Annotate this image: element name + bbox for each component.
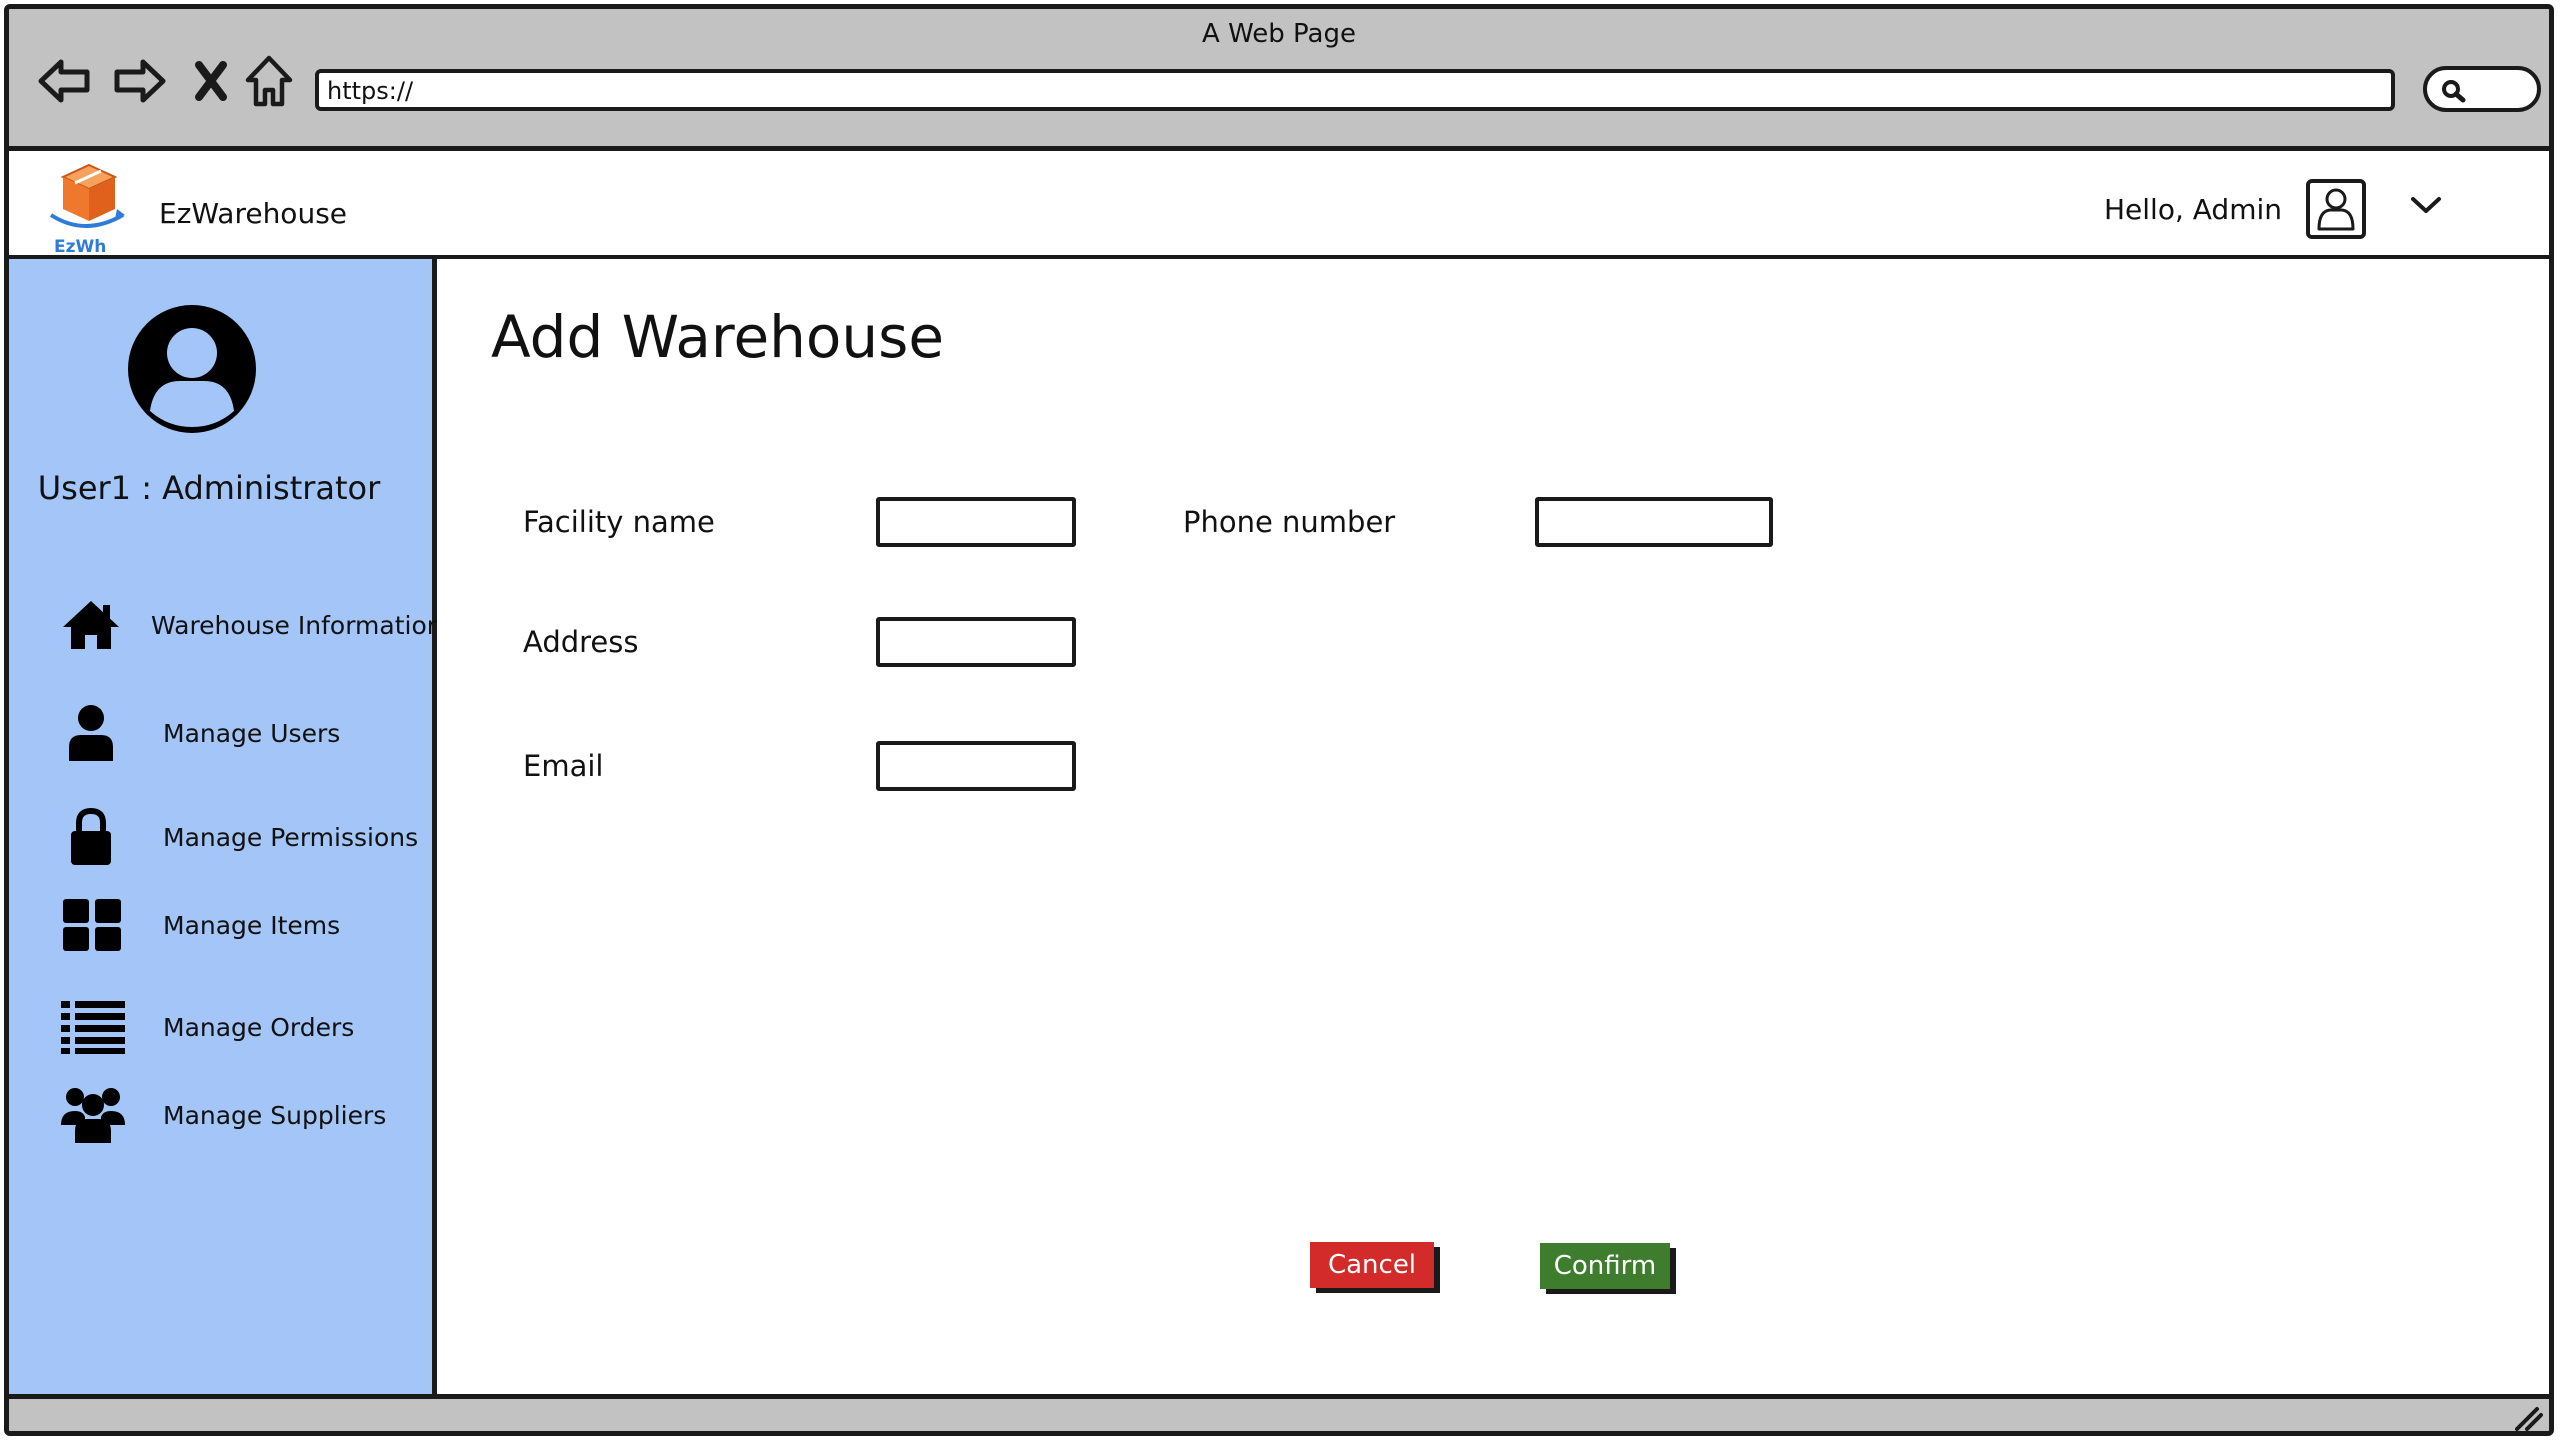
main-content: Add Warehouse Facility name Phone number… xyxy=(437,259,2549,1394)
email-label: Email xyxy=(523,749,604,783)
avatar-icon xyxy=(124,301,260,441)
close-icon[interactable] xyxy=(181,51,241,111)
home-icon xyxy=(61,595,121,655)
sidebar-item-label: Manage Items xyxy=(163,910,341,940)
greeting-text: Hello, Admin xyxy=(2104,193,2283,226)
email-input[interactable] xyxy=(876,741,1076,791)
user-icon xyxy=(61,703,133,763)
sidebar-item-manage-orders[interactable]: Manage Orders xyxy=(61,997,437,1057)
profile-name: User1 : Administrator xyxy=(37,469,381,507)
status-bar xyxy=(9,1394,2549,1431)
logo-text: EzWh xyxy=(54,237,107,257)
page-title: Add Warehouse xyxy=(491,303,945,371)
home-icon[interactable] xyxy=(239,51,299,111)
confirm-button[interactable]: Confirm xyxy=(1540,1243,1670,1289)
users-group-icon xyxy=(61,1085,133,1145)
search-icon xyxy=(2442,80,2466,103)
chevron-down-icon[interactable] xyxy=(2409,193,2443,221)
sidebar-item-manage-items[interactable]: Manage Items xyxy=(61,895,437,955)
address-label: Address xyxy=(523,625,639,659)
sidebar: User1 : Administrator Warehouse Informat… xyxy=(9,259,443,1394)
sidebar-item-label: Warehouse Information xyxy=(151,610,443,640)
sidebar-item-label: Manage Users xyxy=(163,718,341,748)
browser-toolbar: A Web Page https:// xyxy=(9,9,2549,151)
account-button[interactable] xyxy=(2306,179,2366,239)
brand-name: EzWarehouse xyxy=(159,197,348,230)
sidebar-item-warehouse-information[interactable]: Warehouse Information xyxy=(61,595,443,655)
facility-name-input[interactable] xyxy=(876,497,1076,547)
app-header: EzWh EzWarehouse Hello, Admin xyxy=(9,151,2549,259)
grid-icon xyxy=(61,895,133,955)
logo[interactable]: EzWh xyxy=(45,159,133,257)
browser-search-button[interactable] xyxy=(2423,66,2541,112)
phone-number-label: Phone number xyxy=(1183,505,1396,539)
sidebar-item-manage-suppliers[interactable]: Manage Suppliers xyxy=(61,1085,437,1145)
cancel-button[interactable]: Cancel xyxy=(1310,1242,1434,1288)
sidebar-item-label: Manage Permissions xyxy=(163,822,419,852)
forward-icon[interactable] xyxy=(109,51,169,111)
resize-grip-icon[interactable] xyxy=(2513,1405,2543,1431)
list-icon xyxy=(61,997,133,1057)
phone-number-input[interactable] xyxy=(1535,497,1773,547)
lock-icon xyxy=(61,807,133,867)
browser-window: A Web Page https:// EzWh EzWarehouse Hel… xyxy=(4,4,2554,1436)
facility-name-label: Facility name xyxy=(523,505,715,539)
address-input[interactable] xyxy=(876,617,1076,667)
sidebar-item-manage-permissions[interactable]: Manage Permissions xyxy=(61,807,437,867)
sidebar-item-manage-users[interactable]: Manage Users xyxy=(61,703,437,763)
window-title: A Web Page xyxy=(1202,19,1356,49)
box-logo-icon xyxy=(49,163,125,228)
user-outline-icon xyxy=(2317,188,2355,231)
url-bar[interactable]: https:// xyxy=(315,69,2395,111)
sidebar-item-label: Manage Orders xyxy=(163,1012,355,1042)
back-icon[interactable] xyxy=(35,51,95,111)
sidebar-item-label: Manage Suppliers xyxy=(163,1100,387,1130)
